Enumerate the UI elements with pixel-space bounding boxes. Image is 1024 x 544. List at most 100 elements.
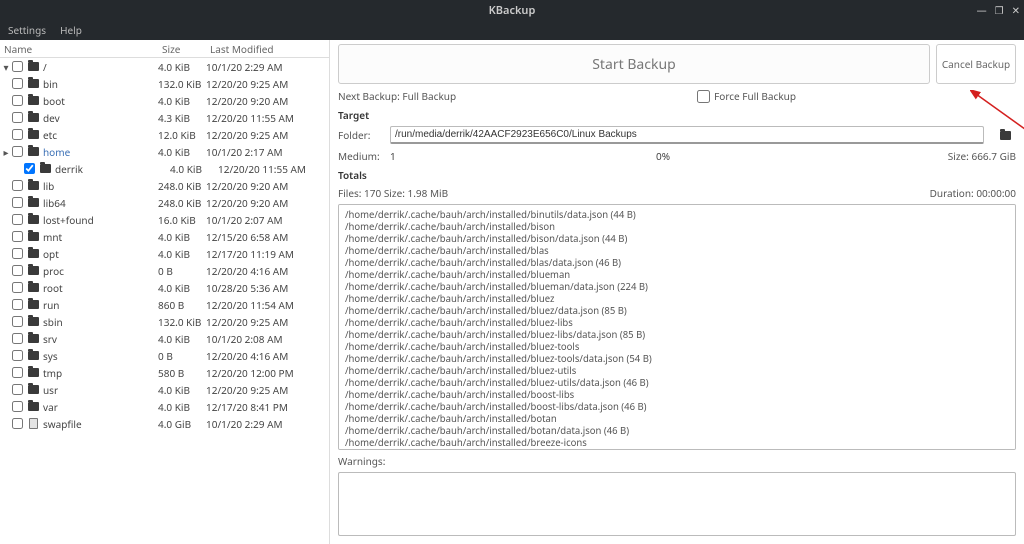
include-checkbox[interactable]: [12, 197, 23, 208]
item-modified: 12/20/20 4:16 AM: [206, 264, 329, 278]
item-modified: 10/1/20 2:07 AM: [206, 213, 329, 227]
item-name: dev: [40, 111, 158, 125]
item-name: lib: [40, 179, 158, 193]
force-full-backup-label: Force Full Backup: [714, 89, 796, 103]
tree-row[interactable]: tmp580 B12/20/20 12:00 PM: [0, 364, 329, 381]
tree-row[interactable]: bin132.0 KiB12/20/20 9:25 AM: [0, 75, 329, 92]
tree-row[interactable]: lost+found16.0 KiB10/1/20 2:07 AM: [0, 211, 329, 228]
tree-row[interactable]: swapfile4.0 GiB10/1/20 2:29 AM: [0, 415, 329, 432]
folder-icon: [26, 147, 40, 156]
maximize-button[interactable]: ❐: [995, 3, 1004, 17]
item-size: 860 B: [158, 298, 206, 312]
warnings-output[interactable]: [338, 472, 1016, 536]
tree-row[interactable]: proc0 B12/20/20 4:16 AM: [0, 262, 329, 279]
tree-row[interactable]: run860 B12/20/20 11:54 AM: [0, 296, 329, 313]
folder-icon: [26, 300, 40, 309]
tree-row[interactable]: opt4.0 KiB12/17/20 11:19 AM: [0, 245, 329, 262]
tree-header: Name Size Last Modified: [0, 40, 329, 58]
menu-help[interactable]: Help: [60, 23, 82, 37]
item-size: 4.0 KiB: [170, 162, 218, 176]
item-name: sys: [40, 349, 158, 363]
include-checkbox[interactable]: [12, 248, 23, 259]
close-button[interactable]: ✕: [1012, 3, 1020, 17]
include-checkbox[interactable]: [24, 163, 35, 174]
next-backup-label: Next Backup: Full Backup: [338, 89, 697, 103]
folder-icon: [26, 334, 40, 343]
force-full-backup-checkbox[interactable]: Force Full Backup: [697, 89, 796, 103]
folder-icon: [26, 283, 40, 292]
item-name: /: [40, 60, 158, 74]
item-name: mnt: [40, 230, 158, 244]
include-checkbox[interactable]: [12, 146, 23, 157]
include-checkbox[interactable]: [12, 350, 23, 361]
tree-row[interactable]: srv4.0 KiB10/1/20 2:08 AM: [0, 330, 329, 347]
folder-icon: [26, 215, 40, 224]
include-checkbox[interactable]: [12, 112, 23, 123]
include-checkbox[interactable]: [12, 95, 23, 106]
item-modified: 10/28/20 5:36 AM: [206, 281, 329, 295]
col-header-size[interactable]: Size: [162, 42, 210, 56]
tree-row[interactable]: ▸home4.0 KiB10/1/20 2:17 AM: [0, 143, 329, 160]
include-checkbox[interactable]: [12, 418, 23, 429]
item-modified: 12/20/20 4:16 AM: [206, 349, 329, 363]
tree-row[interactable]: ▾/4.0 KiB10/1/20 2:29 AM: [0, 58, 329, 75]
item-size: 4.0 KiB: [158, 332, 206, 346]
tree-row[interactable]: derrik4.0 KiB12/20/20 11:55 AM: [0, 160, 329, 177]
folder-icon: [26, 96, 40, 105]
progress-percent: 0%: [410, 149, 916, 163]
expander-icon[interactable]: ▾: [0, 60, 12, 74]
item-modified: 12/20/20 9:25 AM: [206, 77, 329, 91]
start-backup-button[interactable]: Start Backup: [338, 44, 930, 84]
include-checkbox[interactable]: [12, 78, 23, 89]
include-checkbox[interactable]: [12, 401, 23, 412]
menu-settings[interactable]: Settings: [8, 23, 46, 37]
tree-row[interactable]: dev4.3 KiB12/20/20 11:55 AM: [0, 109, 329, 126]
include-checkbox[interactable]: [12, 214, 23, 225]
item-size: 132.0 KiB: [158, 315, 206, 329]
include-checkbox[interactable]: [12, 282, 23, 293]
target-size: Size: 666.7 GiB: [916, 149, 1016, 163]
tree-row[interactable]: var4.0 KiB12/17/20 8:41 PM: [0, 398, 329, 415]
include-checkbox[interactable]: [12, 299, 23, 310]
col-header-name[interactable]: Name: [0, 42, 162, 56]
log-output[interactable]: /home/derrik/.cache/bauh/arch/installed/…: [338, 204, 1016, 450]
include-checkbox[interactable]: [12, 61, 23, 72]
expander-icon[interactable]: ▸: [0, 145, 12, 159]
item-name: run: [40, 298, 158, 312]
item-modified: 10/1/20 2:29 AM: [206, 417, 329, 431]
tree-row[interactable]: sbin132.0 KiB12/20/20 9:25 AM: [0, 313, 329, 330]
tree-row[interactable]: mnt4.0 KiB12/15/20 6:58 AM: [0, 228, 329, 245]
folder-icon: [1000, 131, 1011, 140]
item-modified: 12/20/20 9:20 AM: [206, 94, 329, 108]
minimize-button[interactable]: —: [977, 3, 987, 17]
item-name: srv: [40, 332, 158, 346]
include-checkbox[interactable]: [12, 231, 23, 242]
include-checkbox[interactable]: [12, 384, 23, 395]
force-full-backup-input[interactable]: [697, 90, 710, 103]
item-size: 4.0 KiB: [158, 383, 206, 397]
item-modified: 12/20/20 9:25 AM: [206, 383, 329, 397]
include-checkbox[interactable]: [12, 265, 23, 276]
include-checkbox[interactable]: [12, 333, 23, 344]
include-checkbox[interactable]: [12, 129, 23, 140]
tree-row[interactable]: root4.0 KiB10/28/20 5:36 AM: [0, 279, 329, 296]
tree-row[interactable]: etc12.0 KiB12/20/20 9:25 AM: [0, 126, 329, 143]
tree-row[interactable]: sys0 B12/20/20 4:16 AM: [0, 347, 329, 364]
window-title: KBackup: [0, 3, 1024, 18]
file-tree[interactable]: ▾/4.0 KiB10/1/20 2:29 AMbin132.0 KiB12/2…: [0, 58, 329, 544]
file-tree-pane: Name Size Last Modified ▾/4.0 KiB10/1/20…: [0, 40, 330, 544]
item-size: 4.0 KiB: [158, 400, 206, 414]
cancel-backup-button[interactable]: Cancel Backup: [936, 44, 1016, 84]
item-size: 4.0 KiB: [158, 230, 206, 244]
open-folder-button[interactable]: [994, 126, 1016, 144]
tree-row[interactable]: lib248.0 KiB12/20/20 9:20 AM: [0, 177, 329, 194]
folder-label: Folder:: [338, 128, 380, 142]
col-header-modified[interactable]: Last Modified: [210, 42, 329, 56]
include-checkbox[interactable]: [12, 316, 23, 327]
tree-row[interactable]: usr4.0 KiB12/20/20 9:25 AM: [0, 381, 329, 398]
include-checkbox[interactable]: [12, 367, 23, 378]
tree-row[interactable]: lib64248.0 KiB12/20/20 9:20 AM: [0, 194, 329, 211]
folder-input[interactable]: [390, 126, 984, 144]
include-checkbox[interactable]: [12, 180, 23, 191]
tree-row[interactable]: boot4.0 KiB12/20/20 9:20 AM: [0, 92, 329, 109]
